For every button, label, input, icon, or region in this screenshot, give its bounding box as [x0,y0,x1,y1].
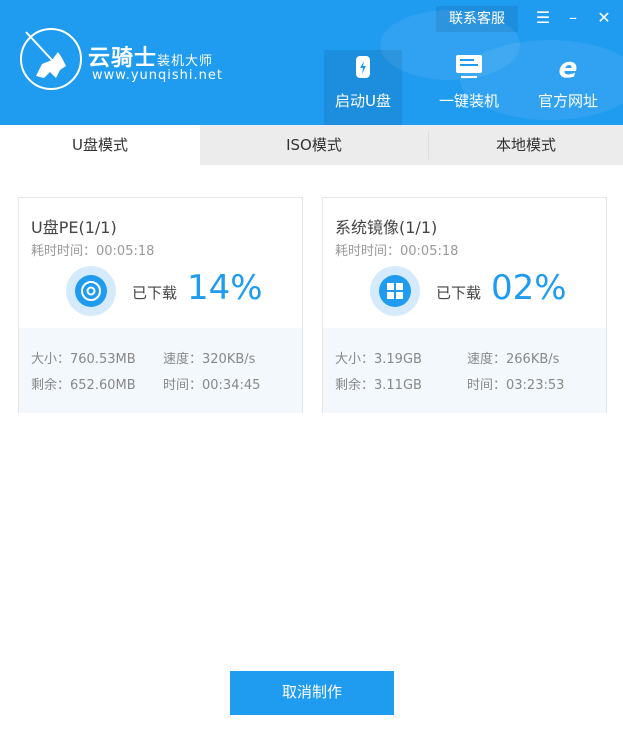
disc-icon [66,266,116,316]
brand-url: www.yunqishi.net [92,68,223,83]
mode-tabs: U盘模式 ISO模式 本地模式 [0,125,623,165]
tab-iso-mode[interactable]: ISO模式 [200,125,428,165]
downloaded-label: 已下载 [132,284,178,302]
time-remaining: 时间：00:34:45 [163,378,261,393]
menu-icon[interactable]: ☰ [533,8,553,27]
header: 云骑士装机大师 www.yunqishi.net 联系客服 ☰ – ✕ 启动U盘… [0,0,623,125]
elapsed-time: 耗时时间：00:05:18 [335,244,459,259]
size: 大小：760.53MB [31,352,136,367]
nav-boot-usb[interactable]: 启动U盘 [324,50,402,125]
monitor-icon [430,50,508,84]
contact-service-button[interactable]: 联系客服 [436,6,518,32]
tab-usb-mode[interactable]: U盘模式 [0,125,200,165]
card-title: U盘PE(1/1) [31,218,117,237]
nav-one-click-install[interactable]: 一键装机 [430,50,508,125]
download-card-pe: U盘PE(1/1) 耗时时间：00:05:18 已下载 14% 大小：760.5… [18,197,303,413]
download-percent: 02% [491,268,567,308]
remaining: 剩余：3.11GB [335,378,422,393]
speed: 速度：320KB/s [163,352,256,367]
windows-icon [370,266,420,316]
knight-logo-icon [20,28,82,90]
close-icon[interactable]: ✕ [594,8,614,27]
ie-icon: e [558,50,578,84]
remaining: 剩余：652.60MB [31,378,136,393]
nav-official-site[interactable]: e 官方网址 [529,50,607,125]
downloaded-label: 已下载 [436,284,482,302]
time-remaining: 时间：03:23:53 [467,378,565,393]
card-title: 系统镜像(1/1) [335,218,438,237]
download-card-image: 系统镜像(1/1) 耗时时间：00:05:18 已下载 02% 大小：3.19G… [322,197,607,413]
download-percent: 14% [187,268,263,308]
speed: 速度：266KB/s [467,352,560,367]
cancel-button[interactable]: 取消制作 [230,671,394,715]
tab-local-mode[interactable]: 本地模式 [429,125,623,165]
elapsed-time: 耗时时间：00:05:18 [31,244,155,259]
size: 大小：3.19GB [335,352,422,367]
usb-icon [324,50,402,84]
minimize-icon[interactable]: – [563,8,583,27]
